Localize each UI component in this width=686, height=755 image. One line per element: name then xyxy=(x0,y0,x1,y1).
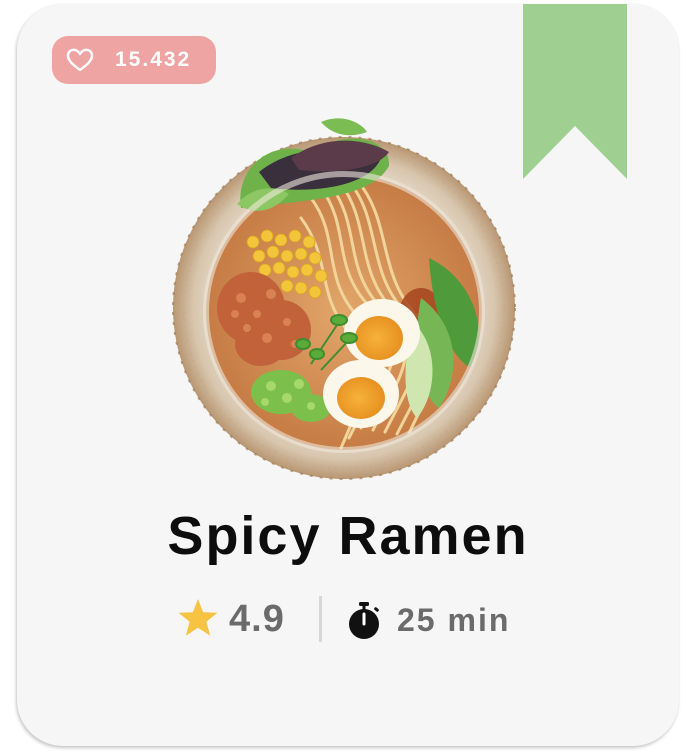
likes-badge[interactable]: 15.432 xyxy=(52,36,216,84)
heart-icon xyxy=(66,48,94,72)
recipe-card[interactable]: 15.432 Spicy Ramen 4.9 25 min xyxy=(17,4,679,746)
bookmark-icon[interactable] xyxy=(523,4,627,179)
ramen-bowl-image xyxy=(172,118,516,480)
cook-time: 25 min xyxy=(397,602,511,638)
recipe-meta: 4.9 25 min xyxy=(177,592,537,644)
star-icon xyxy=(178,599,218,636)
likes-count: 15.432 xyxy=(115,48,192,71)
stopwatch-icon xyxy=(349,602,379,639)
meta-divider xyxy=(319,596,322,642)
rating-value: 4.9 xyxy=(229,598,285,640)
recipe-title: Spicy Ramen xyxy=(167,506,529,566)
